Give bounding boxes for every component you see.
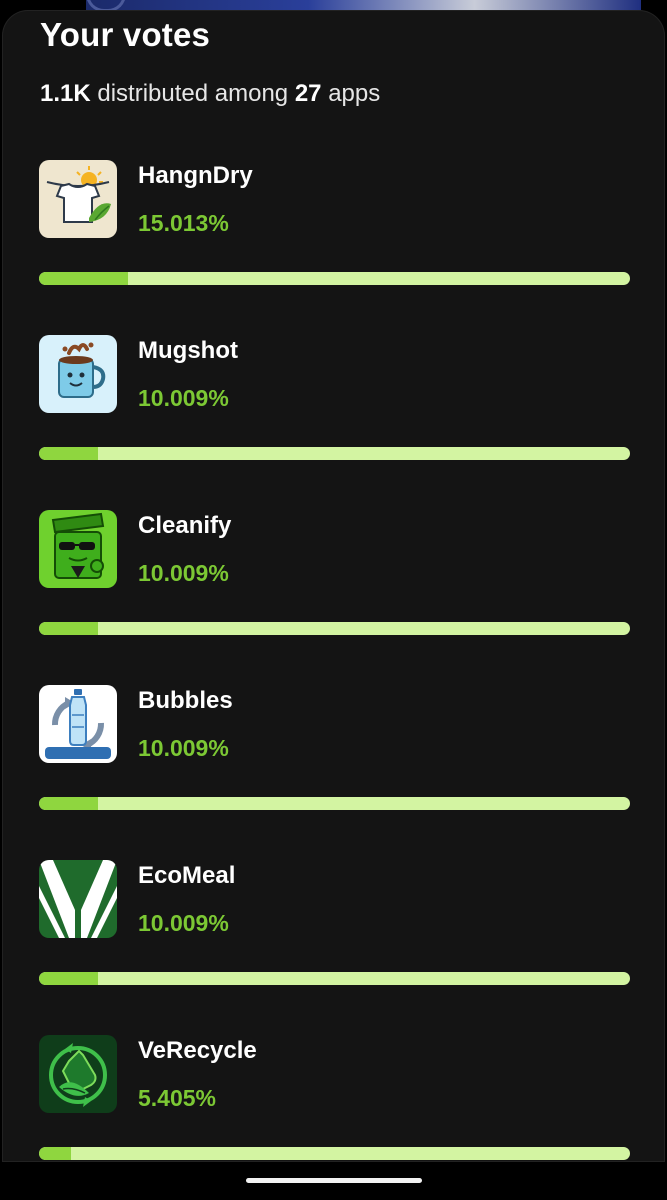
green-bin-character-icon (39, 510, 117, 588)
vote-share-bar (39, 972, 630, 985)
apps-count: 27 (294, 80, 322, 107)
vote-share-fill (39, 622, 99, 635)
summary-suffix: apps (321, 80, 381, 107)
app-vote-percent: 10.009% (138, 385, 229, 411)
system-navigation-bar (0, 1162, 667, 1200)
votes-bottom-sheet[interactable]: Your votes 1.1K distributed among 27 app… (2, 10, 665, 1162)
vote-share-bar (39, 1147, 630, 1160)
app-vote-percent: 10.009% (138, 560, 229, 586)
laundry-shirt-sun-icon (39, 160, 117, 238)
votes-summary: 1.1K distributed among 27 apps (40, 80, 380, 108)
app-row-hangndry[interactable]: HangnDry 15.013% (39, 160, 631, 320)
app-row-bubbles[interactable]: Bubbles 10.009% (39, 685, 631, 845)
app-row-cleanify[interactable]: Cleanify 10.009% (39, 510, 631, 670)
app-name: VeRecycle (138, 1037, 257, 1064)
coffee-mug-icon (39, 335, 117, 413)
app-name: Mugshot (138, 337, 238, 364)
vote-share-bar (39, 447, 630, 460)
vote-share-fill (39, 1147, 71, 1160)
vote-share-fill (39, 447, 99, 460)
app-name: Cleanify (138, 512, 232, 539)
vote-share-fill (39, 797, 99, 810)
sheet-title: Your votes (40, 16, 211, 53)
app-vote-percent: 10.009% (138, 910, 229, 936)
screen: Your votes 1.1K distributed among 27 app… (0, 0, 667, 1200)
home-indicator[interactable] (246, 1178, 422, 1183)
recycle-bottle-leaf-icon (39, 1035, 117, 1113)
votes-total: 1.1K (40, 80, 91, 107)
app-name: HangnDry (138, 162, 253, 189)
app-name: Bubbles (138, 687, 233, 714)
vote-share-fill (39, 972, 99, 985)
app-row-mugshot[interactable]: Mugshot 10.009% (39, 335, 631, 495)
vote-share-bar (39, 622, 630, 635)
app-vote-percent: 10.009% (138, 735, 229, 761)
vote-share-bar (39, 272, 630, 285)
app-vote-percent: 15.013% (138, 210, 229, 236)
green-v-logo-icon (39, 860, 117, 938)
water-bottle-recycle-icon (39, 685, 117, 763)
vote-share-fill (39, 272, 128, 285)
app-name: EcoMeal (138, 862, 236, 889)
app-row-ecomeal[interactable]: EcoMeal 10.009% (39, 860, 631, 1020)
summary-middle-text: distributed among (90, 80, 295, 107)
app-vote-percent: 5.405% (138, 1085, 217, 1111)
vote-share-bar (39, 797, 630, 810)
